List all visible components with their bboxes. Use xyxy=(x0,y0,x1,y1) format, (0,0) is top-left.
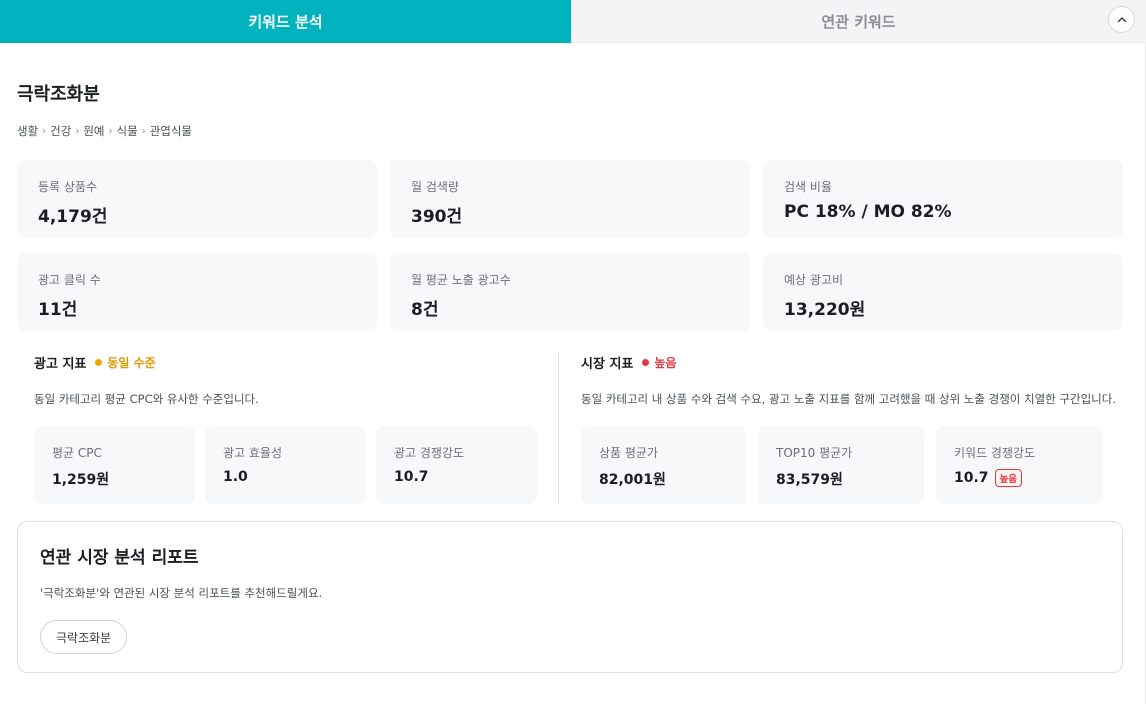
metric-value: 1.0 xyxy=(223,469,366,485)
stat-label: 등록 상품수 xyxy=(38,180,98,194)
stat-label: 검색 비율 xyxy=(784,180,832,194)
metric-value-text: 1,259원 xyxy=(52,472,110,488)
metric-card-ad-competition: 광고 경쟁강도 10.7 xyxy=(376,426,537,504)
metric-value-text: 83,579원 xyxy=(776,472,843,488)
metric-label: 상품 평균가 xyxy=(599,446,659,460)
market-index-description: 동일 카테고리 내 상품 수와 검색 수요, 광고 노출 지표를 함께 고려했을… xyxy=(581,392,1116,406)
chevron-right-icon: › xyxy=(42,125,47,137)
metric-label: TOP10 평균가 xyxy=(776,446,853,460)
chevron-right-icon: › xyxy=(75,125,80,137)
metric-label: 키워드 경쟁강도 xyxy=(954,446,1036,460)
metric-card-keyword-competition: 키워드 경쟁강도 10.7 높음 xyxy=(936,426,1103,504)
stat-label: 예상 광고비 xyxy=(784,273,844,287)
chevron-right-icon: › xyxy=(108,125,113,137)
market-index-title: 시장 지표 xyxy=(581,357,634,372)
stat-label: 월 검색량 xyxy=(411,180,459,194)
stat-card-monthly-search: 월 검색량 390건 xyxy=(390,160,750,238)
tab-keyword-analysis[interactable]: 키워드 분석 xyxy=(0,0,571,43)
tab-related-keywords[interactable]: 연관 키워드 xyxy=(571,0,1146,43)
metric-value-text: 82,001원 xyxy=(599,472,666,488)
report-keyword-chip[interactable]: 극락조화분 xyxy=(40,620,128,654)
metric-label: 광고 경쟁강도 xyxy=(394,446,465,460)
metric-value-text: 10.7 xyxy=(954,470,989,486)
market-index-level: 높음 xyxy=(654,356,677,370)
metric-value: 10.7 xyxy=(394,469,537,485)
status-dot-icon xyxy=(95,359,103,366)
related-report-card: 연관 시장 분석 리포트 '극락조화분'와 연관된 시장 분석 리포트를 추천해… xyxy=(17,521,1123,673)
stat-card-registered-products: 등록 상품수 4,179건 xyxy=(17,160,377,238)
ad-index-title: 광고 지표 xyxy=(34,357,87,372)
breadcrumb-item: 원예 xyxy=(83,124,105,138)
metric-value: 82,001원 xyxy=(599,469,746,489)
metric-label: 광고 효율성 xyxy=(223,446,283,460)
chevron-right-icon: › xyxy=(141,125,146,137)
chevron-up-icon xyxy=(1117,16,1126,22)
collapse-button[interactable] xyxy=(1108,6,1135,33)
stat-card-avg-exposed-ads: 월 평균 노출 광고수 8건 xyxy=(390,253,750,331)
ad-index-description: 동일 카테고리 평균 CPC와 유사한 수준입니다. xyxy=(34,392,259,406)
stat-value: 11건 xyxy=(38,300,78,320)
metric-card-avg-price: 상품 평균가 82,001원 xyxy=(581,426,746,504)
metric-value: 1,259원 xyxy=(52,469,195,489)
breadcrumb-item: 관엽식물 xyxy=(149,124,193,138)
stat-value: 13,220원 xyxy=(784,300,866,320)
tab-bar: 키워드 분석 연관 키워드 xyxy=(0,0,1146,43)
metric-card-ad-efficiency: 광고 효율성 1.0 xyxy=(205,426,366,504)
metric-value-text: 1.0 xyxy=(223,469,248,485)
keyword-title: 극락조화분 xyxy=(17,84,100,105)
stat-value: 390건 xyxy=(411,207,463,227)
market-index-header: 시장 지표 높음 xyxy=(581,353,676,372)
metric-card-top10-avg-price: TOP10 평균가 83,579원 xyxy=(758,426,924,504)
stat-card-ad-clicks: 광고 클릭 수 11건 xyxy=(17,253,377,331)
stat-value: PC 18% / MO 82% xyxy=(784,202,952,222)
stat-label: 월 평균 노출 광고수 xyxy=(411,273,511,287)
breadcrumb-item: 생활 xyxy=(17,124,39,138)
metric-value: 10.7 높음 xyxy=(954,469,1103,487)
breadcrumb-item: 건강 xyxy=(50,124,72,138)
stat-value: 4,179건 xyxy=(38,207,108,227)
metric-card-avg-cpc: 평균 CPC 1,259원 xyxy=(34,426,195,504)
metric-label: 평균 CPC xyxy=(52,446,102,460)
stat-label: 광고 클릭 수 xyxy=(38,273,101,287)
stat-card-search-ratio: 검색 비율 PC 18% / MO 82% xyxy=(763,160,1123,238)
status-dot-icon xyxy=(642,359,650,366)
breadcrumb: 생활 › 건강 › 원예 › 식물 › 관엽식물 xyxy=(17,123,192,139)
metric-value-text: 10.7 xyxy=(394,469,429,485)
stat-value: 8건 xyxy=(411,300,439,320)
section-divider xyxy=(558,352,559,504)
ad-index-level: 동일 수준 xyxy=(107,356,156,370)
stat-card-expected-ad-cost: 예상 광고비 13,220원 xyxy=(763,253,1123,331)
breadcrumb-item: 식물 xyxy=(116,124,138,138)
report-title: 연관 시장 분석 리포트 xyxy=(40,548,199,568)
status-badge: 높음 xyxy=(994,469,1023,487)
metric-value: 83,579원 xyxy=(776,469,924,489)
ad-index-header: 광고 지표 동일 수준 xyxy=(34,353,156,372)
report-description: '극락조화분'와 연관된 시장 분석 리포트를 추천해드릴게요. xyxy=(40,586,323,600)
